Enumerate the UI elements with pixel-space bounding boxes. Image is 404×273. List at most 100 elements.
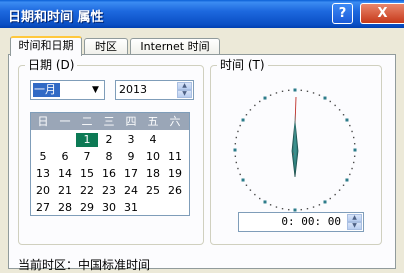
- help-button[interactable]: ?: [332, 3, 353, 24]
- clock-minute-mark: [239, 173, 241, 176]
- time-group-label: 时间 (T): [217, 58, 268, 72]
- clock-minute-mark: [234, 143, 237, 145]
- calendar-day[interactable]: 2: [98, 133, 120, 147]
- clock-minute-mark: [338, 189, 341, 191]
- calendar-day[interactable]: 31: [120, 201, 142, 215]
- clock-hour-mark: [353, 148, 357, 152]
- clock-minute-mark: [353, 143, 356, 145]
- clock-minute-mark: [275, 92, 278, 94]
- calendar-day[interactable]: 5: [32, 150, 54, 164]
- clock-minute-mark: [269, 94, 272, 96]
- clock-minute-mark: [237, 130, 239, 133]
- title-bar: 日期和时间 属性 ? X: [0, 0, 404, 28]
- clock-minute-mark: [334, 193, 336, 196]
- calendar-day[interactable]: 28: [54, 201, 76, 215]
- clock-minute-mark: [239, 124, 241, 127]
- calendar-day-selected[interactable]: 1: [76, 133, 98, 147]
- clock-minute-mark: [249, 189, 252, 191]
- spin-down-icon[interactable]: ▼: [347, 222, 362, 230]
- weekday-label: 六: [169, 115, 181, 128]
- chevron-down-icon[interactable]: ▼: [87, 81, 104, 99]
- weekday-label: 一: [59, 115, 71, 128]
- spin-up-icon[interactable]: ▲: [177, 82, 192, 90]
- clock-minute-mark: [237, 167, 239, 170]
- calendar-day[interactable]: 25: [142, 184, 164, 198]
- calendar-day[interactable]: 14: [54, 167, 76, 181]
- calendar-day[interactable]: 8: [98, 150, 120, 164]
- calendar-day[interactable]: 16: [98, 167, 120, 181]
- clock-minute-mark: [312, 206, 315, 208]
- clock-minute-mark: [352, 161, 355, 164]
- calendar-day[interactable]: 18: [142, 167, 164, 181]
- date-group-label: 日期 (D): [25, 58, 78, 72]
- clock-minute-mark: [334, 104, 336, 107]
- clock-minute-mark: [235, 136, 238, 139]
- clock-minute-mark: [281, 90, 284, 93]
- calendar-day[interactable]: 11: [164, 150, 186, 164]
- clock-minute-mark: [254, 193, 256, 196]
- clock-minute-mark: [254, 104, 256, 107]
- clock-minute-mark: [235, 161, 238, 164]
- clock-hour-mark: [323, 200, 327, 204]
- clock-minute-mark: [288, 208, 290, 211]
- clock-minute-mark: [342, 114, 345, 116]
- time-stepper[interactable]: 0: 00: 00 ▲ ▼: [238, 212, 364, 232]
- clock-minute-mark: [288, 89, 290, 92]
- clock-minute-mark: [300, 208, 302, 211]
- spin-down-icon[interactable]: ▼: [177, 90, 192, 98]
- calendar-day[interactable]: 6: [54, 150, 76, 164]
- current-timezone-text: 当前时区：中国标准时间: [18, 258, 151, 272]
- tab-time-and-date[interactable]: 时间和日期: [10, 36, 82, 56]
- clock-hour-mark: [241, 178, 245, 182]
- clock-minute-mark: [259, 100, 261, 103]
- month-select[interactable]: 一月 ▼: [30, 80, 105, 100]
- clock-minute-mark: [234, 155, 237, 157]
- clock-hour-mark: [263, 200, 267, 204]
- calendar-day[interactable]: 23: [98, 184, 120, 198]
- calendar-day[interactable]: 29: [76, 201, 98, 215]
- clock-minute-mark: [275, 206, 278, 208]
- calendar: 日 一 二 三 四 五 六 1 2 3 4 5 6 7 8 9 10 11 13…: [30, 112, 190, 216]
- weekday-label: 五: [147, 115, 159, 128]
- calendar-day[interactable]: 10: [142, 150, 164, 164]
- clock-minute-mark: [329, 197, 331, 200]
- window-title: 日期和时间 属性: [8, 10, 104, 25]
- clock-hour-mark: [345, 118, 349, 122]
- clock-minute-mark: [352, 136, 355, 139]
- calendar-day[interactable]: 30: [98, 201, 120, 215]
- clock-hour-mark: [293, 88, 297, 92]
- calendar-day[interactable]: 27: [32, 201, 54, 215]
- calendar-day[interactable]: 13: [32, 167, 54, 181]
- clock-minute-mark: [249, 109, 252, 111]
- clock-minute-mark: [259, 197, 261, 200]
- calendar-day[interactable]: 19: [164, 167, 186, 181]
- tab-timezone[interactable]: 时区: [84, 38, 128, 55]
- weekday-label: 四: [125, 115, 137, 128]
- calendar-day[interactable]: 22: [76, 184, 98, 198]
- calendar-day[interactable]: 24: [120, 184, 142, 198]
- clock-minute-mark: [306, 90, 309, 93]
- clock-minute-mark: [353, 155, 356, 157]
- calendar-day[interactable]: 20: [32, 184, 54, 198]
- close-button[interactable]: X: [360, 3, 404, 24]
- calendar-day[interactable]: 3: [120, 133, 142, 147]
- calendar-day[interactable]: 4: [142, 133, 164, 147]
- clock-hour-mark: [233, 148, 237, 152]
- clock-hour-mark: [263, 96, 267, 100]
- clock-minute-mark: [306, 207, 309, 210]
- spin-up-icon[interactable]: ▲: [347, 214, 362, 222]
- clock-minute-mark: [300, 89, 302, 92]
- calendar-day[interactable]: 7: [76, 150, 98, 164]
- calendar-day[interactable]: 15: [76, 167, 98, 181]
- calendar-day[interactable]: 9: [120, 150, 142, 164]
- calendar-day[interactable]: 26: [164, 184, 186, 198]
- tab-internet-time[interactable]: Internet 时间: [130, 38, 220, 55]
- calendar-day[interactable]: 21: [54, 184, 76, 198]
- year-stepper[interactable]: 2013 ▲ ▼: [115, 80, 194, 100]
- clock-minute-mark: [351, 167, 353, 170]
- clock-minute-mark: [318, 204, 321, 206]
- clock-hour-mark: [345, 178, 349, 182]
- calendar-day[interactable]: 17: [120, 167, 142, 181]
- clock-minute-mark: [351, 130, 353, 133]
- clock-minute-mark: [349, 124, 351, 127]
